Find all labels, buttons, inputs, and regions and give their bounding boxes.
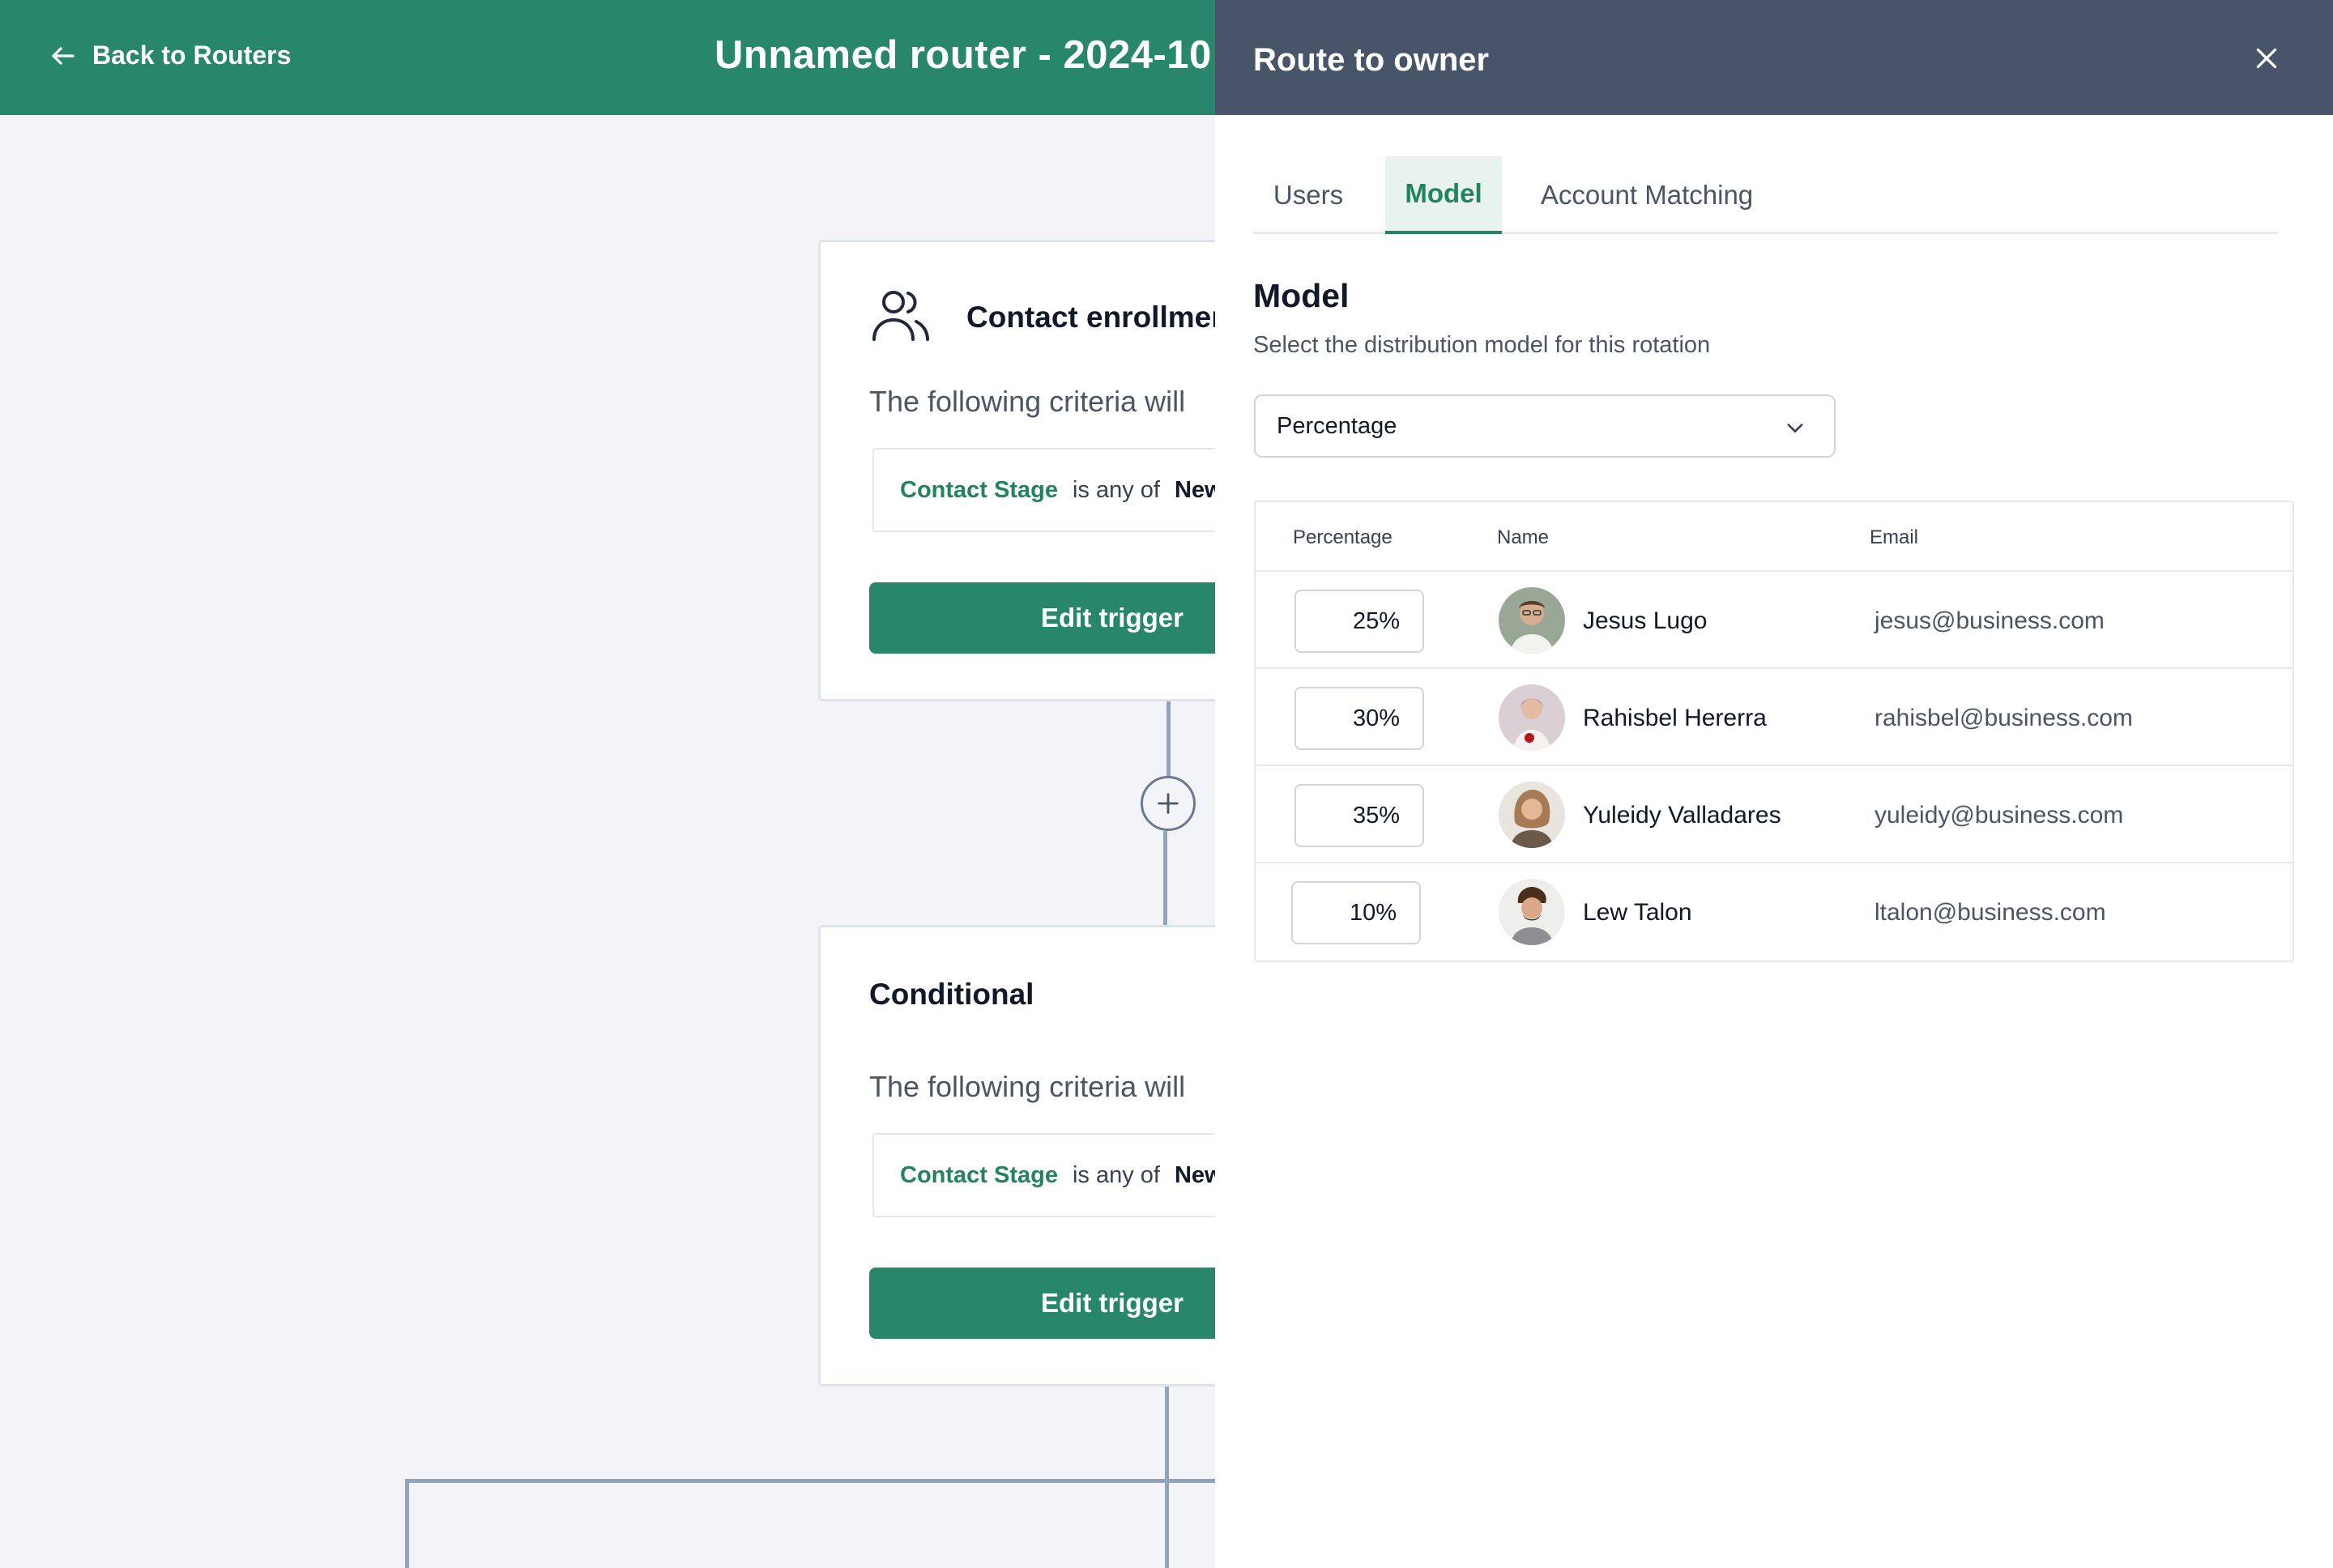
criteria-field: Contact Stage <box>900 476 1058 503</box>
table-row: 35% Yuleidy Valladares yuleidy@business.… <box>1256 766 2292 863</box>
table-row: 30% Rahisbel Hererra rahisbel@business.c… <box>1256 669 2292 766</box>
top-bar: Back to Routers Unnamed router - 2024-10 <box>0 0 1215 115</box>
avatar <box>1499 587 1565 654</box>
back-to-routers-link[interactable]: Back to Routers <box>49 40 291 70</box>
back-link-label: Back to Routers <box>92 40 292 70</box>
drawer-tabs: Users Model Account Matching <box>1253 156 2278 234</box>
router-canvas: Back to Routers Unnamed router - 2024-10… <box>0 0 1215 1568</box>
trigger-card-header: Contact enrollment <box>869 283 1215 352</box>
user-name: Lew Talon <box>1583 899 1692 926</box>
chevron-down-icon <box>1787 424 1803 432</box>
criteria-value: New <box>1174 1161 1215 1188</box>
connector-line <box>1165 1387 1169 1568</box>
trigger-card[interactable]: Contact enrollment The following criteri… <box>818 240 1215 701</box>
section-title: Model <box>1253 277 1350 314</box>
user-email: ltalon@business.com <box>1875 899 2106 926</box>
add-step-button[interactable] <box>1141 776 1196 831</box>
percentage-input[interactable]: 25% <box>1294 590 1424 653</box>
tab-account-matching[interactable]: Account Matching <box>1521 156 1772 234</box>
drawer-title: Route to owner <box>1253 42 1490 78</box>
table-row: 10% Lew Talon ltalon@business.com <box>1256 863 2292 961</box>
user-email: rahisbel@business.com <box>1875 705 2133 731</box>
criteria-operator: is any of <box>1072 1161 1160 1188</box>
branch-line <box>405 1479 1215 1483</box>
table-row: 25% Jesus Lugo jesus@business.com <box>1256 572 2292 669</box>
conditional-criteria: Contact Stage is any of New <box>872 1133 1215 1217</box>
criteria-field: Contact Stage <box>900 1161 1058 1188</box>
connector-line <box>1166 701 1171 778</box>
user-email: yuleidy@business.com <box>1875 802 2124 829</box>
tab-model[interactable]: Model <box>1385 156 1502 234</box>
arrow-left-icon <box>52 46 75 65</box>
distribution-table: Percentage Name Email 25% Jesus Lugo jes… <box>1254 501 2294 962</box>
percentage-input[interactable]: 35% <box>1294 784 1424 847</box>
avatar <box>1499 684 1565 751</box>
distribution-model-select[interactable]: Percentage <box>1254 394 1836 458</box>
users-icon <box>869 283 934 352</box>
router-title: Unnamed router - 2024-10 <box>714 33 1212 77</box>
trigger-criteria: Contact Stage is any of New <box>872 448 1215 532</box>
column-header-name: Name <box>1497 526 1550 548</box>
user-name: Jesus Lugo <box>1583 607 1708 634</box>
trigger-card-subtitle: The following criteria will <box>869 385 1186 418</box>
criteria-value: New <box>1174 476 1215 503</box>
branch-line <box>405 1479 409 1568</box>
connector-line <box>1163 831 1167 927</box>
edit-trigger-button[interactable]: Edit trigger <box>869 582 1215 654</box>
avatar <box>1499 782 1565 848</box>
user-email: jesus@business.com <box>1875 607 2105 634</box>
close-icon[interactable] <box>2252 44 2281 73</box>
column-header-percentage: Percentage <box>1293 526 1393 548</box>
criteria-operator: is any of <box>1072 476 1160 503</box>
user-name: Yuleidy Valladares <box>1583 802 1781 829</box>
trigger-card-title: Contact enrollment <box>966 300 1215 334</box>
drawer-header: Route to owner <box>1215 0 2333 115</box>
route-to-owner-drawer: Route to owner Users Model Account Match… <box>1215 0 2333 1568</box>
select-value: Percentage <box>1277 412 1397 439</box>
plus-icon <box>1158 793 1179 814</box>
column-header-email: Email <box>1870 526 1919 548</box>
avatar <box>1499 879 1565 945</box>
percentage-input[interactable]: 30% <box>1294 687 1424 750</box>
user-name: Rahisbel Hererra <box>1583 705 1767 731</box>
conditional-card[interactable]: Conditional The following criteria will … <box>818 925 1215 1387</box>
conditional-card-title: Conditional <box>869 978 1034 1011</box>
table-header: Percentage Name Email <box>1256 502 2292 572</box>
conditional-card-subtitle: The following criteria will <box>869 1070 1186 1103</box>
section-description: Select the distribution model for this r… <box>1253 332 1711 358</box>
edit-trigger-button[interactable]: Edit trigger <box>869 1268 1215 1339</box>
tab-users[interactable]: Users <box>1253 156 1363 234</box>
percentage-input[interactable]: 10% <box>1291 881 1421 944</box>
